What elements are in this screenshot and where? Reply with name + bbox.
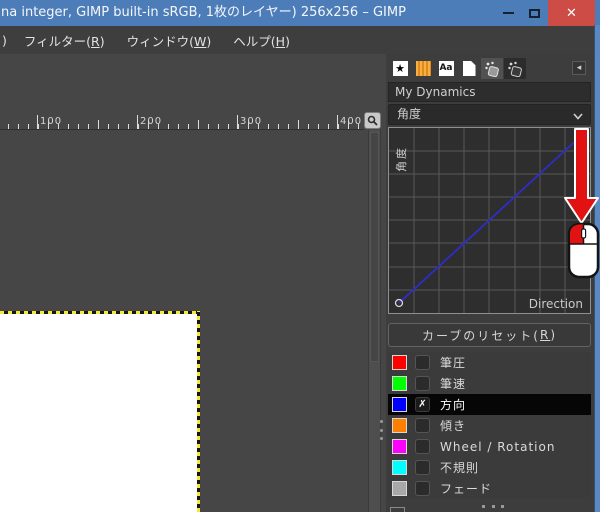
input-label: Wheel / Rotation [440,440,555,454]
chevron-down-icon [572,109,584,128]
paint-dynamics-dock: ★ Aa ◂ My Dynamics 角度 [386,54,594,512]
maximize-icon [529,9,540,18]
input-label: 方向 [440,396,466,413]
menu-item[interactable]: ヘルプ(H) [222,31,301,50]
color-swatch [392,397,407,412]
curve-y-axis-label: 角度 [393,146,409,172]
curve-grid [389,128,590,313]
dynamics-input-row[interactable]: ✗ 方向 [388,394,591,415]
dynamics-input-row[interactable]: Wheel / Rotation [388,436,591,457]
window-title: na integer, GIMP built-in sRGB, 1枚のレイヤー)… [1,0,489,26]
menu-items: フィルター(R)ウィンドウ(W)ヘルプ(H) [13,31,301,50]
gimp-window: na integer, GIMP built-in sRGB, 1枚のレイヤー)… [0,0,600,512]
minimize-icon [503,12,514,14]
color-swatch [392,460,407,475]
vertical-scrollbar[interactable] [368,130,381,512]
dynamics-curve-editor[interactable]: 角度 Direction [388,127,591,314]
input-checkbox[interactable] [415,481,430,496]
input-checkbox[interactable] [415,418,430,433]
dock-splitter-grip[interactable] [380,420,384,440]
tab-pattern[interactable] [412,58,434,79]
color-swatch [392,481,407,496]
window-border-right [594,25,600,512]
close-icon: ✕ [566,6,577,21]
dynamics-input-list: 筆圧 筆速 ✗ 方向 傾き Wheel / Rotation [388,352,591,499]
input-checkbox[interactable] [415,439,430,454]
menubar: ) フィルター(R)ウィンドウ(W)ヘルプ(H) [0,26,600,54]
dynamics-input-row[interactable]: 不規則 [388,457,591,478]
tab-document[interactable] [458,58,480,79]
dynamics-input-row[interactable]: 筆圧 [388,352,591,373]
input-label: フェード [440,480,492,497]
color-swatch [392,376,407,391]
curve-x-axis-label: Direction [529,297,583,311]
menu-item[interactable]: ウィンドウ(W) [116,31,223,50]
dock-tabbar: ★ Aa [389,58,526,79]
panel-resize-grip[interactable] [482,505,504,508]
dynamics-icon [484,61,500,77]
input-checkbox[interactable] [415,460,430,475]
vertical-scrollbar-thumb[interactable] [370,132,379,362]
reset-curve-button[interactable]: カーブのリセット(R) [388,323,591,347]
menu-item[interactable]: フィルター(R) [13,31,116,50]
dynamics-input-row[interactable]: 筆速 [388,373,591,394]
input-label: 傾き [440,417,466,434]
input-checkbox[interactable] [415,355,430,370]
layer-boundary-top [0,311,200,314]
tab-fonts[interactable]: Aa [435,58,457,79]
chevron-left-icon: ◂ [577,63,582,73]
color-swatch [392,355,407,370]
star-icon: ★ [393,61,408,76]
zoom-follow-window-button[interactable] [364,112,381,129]
dock-collapse-button[interactable]: ◂ [572,61,586,75]
dynamics-input-row[interactable]: フェード [388,478,591,499]
dynamics-input-row[interactable]: 傾き [388,415,591,436]
fonts-icon: Aa [439,61,454,76]
image-canvas[interactable] [0,313,198,512]
input-label: 不規則 [440,459,479,476]
dynamics-output-dropdown[interactable]: 角度 [388,104,591,125]
layer-boundary-right [197,311,200,512]
magnifier-icon [367,115,378,126]
maximize-button[interactable] [522,0,546,26]
input-label: 筆圧 [440,354,466,371]
menu-item-truncated[interactable]: ) [0,33,13,48]
dynamics-dots-icon [507,61,523,77]
curve-line [399,135,582,303]
paper-icon [463,61,476,76]
input-checkbox[interactable]: ✗ [415,397,430,412]
pattern-icon [416,61,431,76]
tab-star[interactable]: ★ [389,58,411,79]
color-swatch [392,418,407,433]
dropdown-value: 角度 [397,107,421,121]
close-button[interactable]: ✕ [548,0,595,26]
titlebar[interactable]: na integer, GIMP built-in sRGB, 1枚のレイヤー)… [0,0,600,26]
input-checkbox[interactable] [415,376,430,391]
input-label: 筆速 [440,375,466,392]
clipped-swatch [390,507,405,512]
dynamics-name-header[interactable]: My Dynamics [388,82,591,102]
tab-dynamics-editor[interactable] [504,58,526,79]
color-swatch [392,439,407,454]
horizontal-ruler[interactable]: 100200300400 [0,112,364,130]
tab-dynamics[interactable] [481,58,503,79]
minimize-button[interactable] [496,0,520,26]
